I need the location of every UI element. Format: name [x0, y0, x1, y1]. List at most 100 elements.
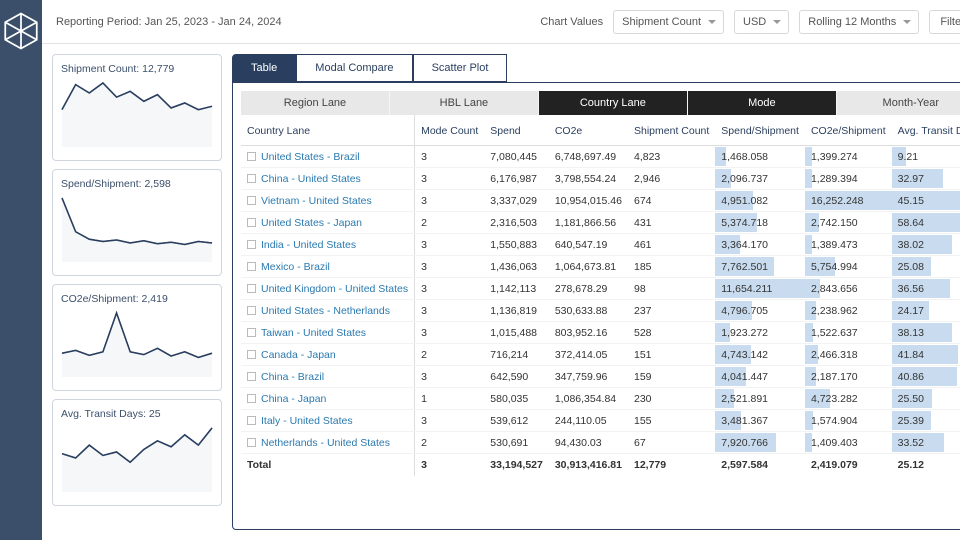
kpi-title: Shipment Count: 12,779 — [61, 63, 213, 75]
cell: 3 — [415, 278, 485, 300]
col-header[interactable]: Spend/Shipment — [715, 115, 805, 146]
cell: 1,399.274 — [805, 146, 892, 168]
expand-icon[interactable] — [247, 416, 256, 425]
cell: Total — [241, 454, 415, 476]
table-row[interactable]: Canada - Japan 2 716,214 372,414.05 151 … — [241, 344, 960, 366]
cell: 2,096.737 — [715, 168, 805, 190]
expand-icon[interactable] — [247, 174, 256, 183]
cell: 155 — [628, 410, 715, 432]
cell: 4,743.142 — [715, 344, 805, 366]
cell: 4,951.082 — [715, 190, 805, 212]
dim-tab-hbl-lane[interactable]: HBL Lane — [390, 91, 539, 115]
table-row[interactable]: Italy - United States 3 539,612 244,110.… — [241, 410, 960, 432]
cell: 3 — [415, 366, 485, 388]
lane-cell: India - United States — [241, 234, 415, 256]
kpi-card-0[interactable]: Shipment Count: 12,779 — [52, 54, 222, 161]
cell: 3 — [415, 454, 485, 476]
kpi-card-1[interactable]: Spend/Shipment: 2,598 — [52, 169, 222, 276]
cell: 25.39 — [892, 410, 960, 432]
cell: 25.12 — [892, 454, 960, 476]
view-tab-scatter-plot[interactable]: Scatter Plot — [413, 54, 508, 82]
col-header[interactable]: CO2e/Shipment — [805, 115, 892, 146]
cell: 185 — [628, 256, 715, 278]
expand-icon[interactable] — [247, 196, 256, 205]
cell: 7,080,445 — [484, 146, 549, 168]
sparkline-icon — [61, 79, 213, 147]
range-select[interactable]: Rolling 12 Months — [799, 10, 919, 34]
view-tab-modal-compare[interactable]: Modal Compare — [296, 54, 412, 82]
expand-icon[interactable] — [247, 394, 256, 403]
cell: 244,110.05 — [549, 410, 628, 432]
kpi-title: Avg. Transit Days: 25 — [61, 408, 213, 420]
table-row[interactable]: China - Brazil 3 642,590 347,759.96 159 … — [241, 366, 960, 388]
kpi-card-2[interactable]: CO2e/Shipment: 2,419 — [52, 284, 222, 391]
filters-button[interactable]: Filters + — [929, 10, 960, 34]
chart-values-label: Chart Values — [540, 16, 603, 28]
cell: 3 — [415, 146, 485, 168]
cell: 58.64 — [892, 212, 960, 234]
cell: 2,946 — [628, 168, 715, 190]
col-header[interactable]: Avg. Transit Days — [892, 115, 960, 146]
cell: 640,547.19 — [549, 234, 628, 256]
cell: 25.50 — [892, 388, 960, 410]
kpi-card-3[interactable]: Avg. Transit Days: 25 — [52, 399, 222, 506]
expand-icon[interactable] — [247, 372, 256, 381]
cell: 2,597.584 — [715, 454, 805, 476]
expand-icon[interactable] — [247, 350, 256, 359]
table-row[interactable]: China - United States 3 6,176,987 3,798,… — [241, 168, 960, 190]
expand-icon[interactable] — [247, 262, 256, 271]
expand-icon[interactable] — [247, 218, 256, 227]
dim-tab-region-lane[interactable]: Region Lane — [241, 91, 390, 115]
expand-icon[interactable] — [247, 438, 256, 447]
table-row[interactable]: China - Japan 1 580,035 1,086,354.84 230… — [241, 388, 960, 410]
col-header[interactable]: Shipment Count — [628, 115, 715, 146]
cell: 1,086,354.84 — [549, 388, 628, 410]
kpi-title: CO2e/Shipment: 2,419 — [61, 293, 213, 305]
expand-icon[interactable] — [247, 240, 256, 249]
expand-icon[interactable] — [247, 306, 256, 315]
lane-cell: Canada - Japan — [241, 344, 415, 366]
cell: 4,823 — [628, 146, 715, 168]
table-row[interactable]: United States - Netherlands 3 1,136,819 … — [241, 300, 960, 322]
chart-values-select[interactable]: Shipment Count — [613, 10, 724, 34]
table-row[interactable]: Mexico - Brazil 3 1,436,063 1,064,673.81… — [241, 256, 960, 278]
table-row[interactable]: United States - Brazil 3 7,080,445 6,748… — [241, 146, 960, 168]
lane-cell: China - Brazil — [241, 366, 415, 388]
view-tab-table[interactable]: Table — [232, 54, 296, 82]
dim-tab-mode[interactable]: Mode — [688, 91, 837, 115]
cell: 1,409.403 — [805, 432, 892, 454]
table-row[interactable]: United Kingdom - United States 3 1,142,1… — [241, 278, 960, 300]
cell: 2,843.656 — [805, 278, 892, 300]
cell: 278,678.29 — [549, 278, 628, 300]
dim-tab-country-lane[interactable]: Country Lane — [539, 91, 688, 115]
table-row[interactable]: Netherlands - United States 2 530,691 94… — [241, 432, 960, 454]
cell: 45.15 — [892, 190, 960, 212]
table-row[interactable]: Vietnam - United States 3 3,337,029 10,9… — [241, 190, 960, 212]
cell: 1,015,488 — [484, 322, 549, 344]
expand-icon[interactable] — [247, 284, 256, 293]
cell: 4,041.447 — [715, 366, 805, 388]
col-header[interactable]: Mode Count — [415, 115, 485, 146]
data-grid[interactable]: Country LaneMode CountSpendCO2eShipment … — [233, 115, 960, 529]
kpi-sidebar: Shipment Count: 12,779 Spend/Shipment: 2… — [52, 54, 222, 530]
col-header[interactable]: Country Lane — [241, 115, 415, 146]
sparkline-icon — [61, 309, 213, 377]
lane-cell: Taiwan - United States — [241, 322, 415, 344]
expand-icon[interactable] — [247, 152, 256, 161]
cell: 237 — [628, 300, 715, 322]
table-row[interactable]: United States - Japan 2 2,316,503 1,181,… — [241, 212, 960, 234]
sparkline-icon — [61, 424, 213, 492]
reporting-period-label: Reporting Period: Jan 25, 2023 - Jan 24,… — [56, 16, 530, 28]
col-header[interactable]: CO2e — [549, 115, 628, 146]
table-row[interactable]: India - United States 3 1,550,883 640,54… — [241, 234, 960, 256]
cell: 230 — [628, 388, 715, 410]
cell: 1,468.058 — [715, 146, 805, 168]
cell: 3 — [415, 300, 485, 322]
dim-tab-month-year[interactable]: Month-Year — [837, 91, 960, 115]
expand-icon[interactable] — [247, 328, 256, 337]
cell: 38.02 — [892, 234, 960, 256]
table-row[interactable]: Taiwan - United States 3 1,015,488 803,9… — [241, 322, 960, 344]
col-header[interactable]: Spend — [484, 115, 549, 146]
currency-select[interactable]: USD — [734, 10, 789, 34]
cell: 461 — [628, 234, 715, 256]
